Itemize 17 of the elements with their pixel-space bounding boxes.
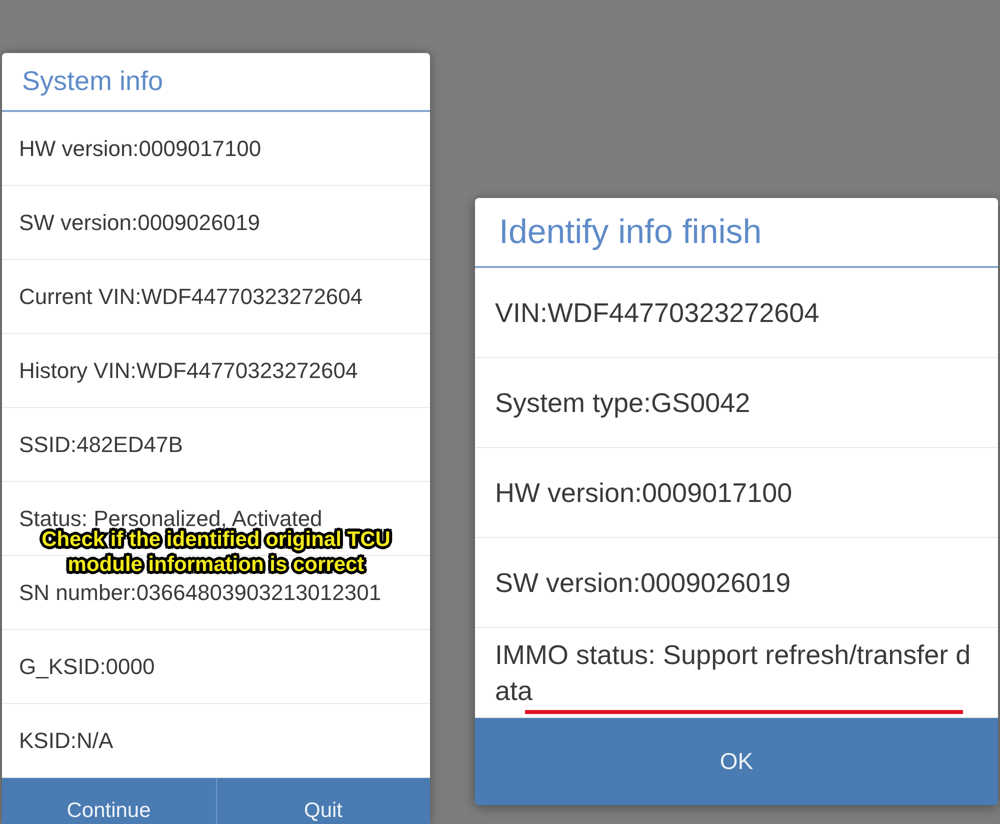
info-row: History VIN:WDF44770323272604 <box>2 334 430 408</box>
info-row: System type:GS0042 <box>475 358 998 448</box>
info-row: G_KSID:0000 <box>2 630 430 704</box>
dialog-button[interactable]: Quit <box>216 778 430 824</box>
info-row: SSID:482ED47B <box>2 408 430 482</box>
info-row: HW version:0009017100 <box>475 448 998 538</box>
info-row: SW version:0009026019 <box>2 186 430 260</box>
dialog-button[interactable]: Continue <box>2 778 216 824</box>
info-row: SW version:0009026019 <box>475 538 998 628</box>
dialog-title: System info <box>2 53 430 112</box>
info-row: VIN:WDF44770323272604 <box>475 268 998 358</box>
info-row: Current VIN:WDF44770323272604 <box>2 260 430 334</box>
info-row: HW version:0009017100 <box>2 112 430 186</box>
dialog-title: Identify info finish <box>475 198 998 268</box>
caption-text: Check if the identified original TCU module information is correct <box>40 528 392 577</box>
info-row-text: IMMO status: Support refresh/transfer data <box>495 639 972 708</box>
ok-button[interactable]: OK <box>475 718 998 805</box>
